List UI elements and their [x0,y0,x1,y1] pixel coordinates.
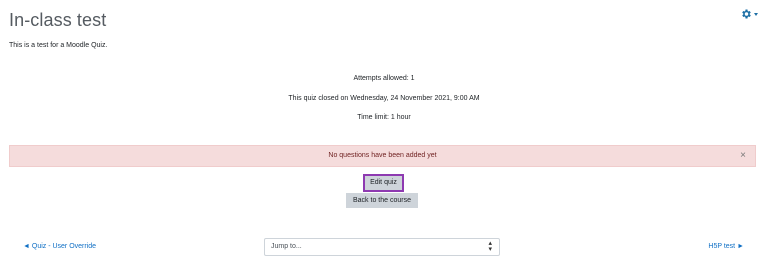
previous-activity-link[interactable]: ◄ Quiz - User Override [23,243,96,250]
alert-message: No questions have been added yet [328,152,437,159]
gear-icon [740,8,752,20]
back-to-course-button[interactable]: Back to the course [346,193,418,208]
no-questions-alert: No questions have been added yet × [9,145,756,167]
settings-menu-button[interactable] [740,8,758,20]
page-title: In-class test [9,10,107,30]
jump-to-select[interactable]: Jump to... ▴ ▾ [264,238,500,256]
jump-to-placeholder: Jump to... [271,243,302,250]
quiz-intro: This is a test for a Moodle Quiz. [9,42,108,49]
edit-quiz-button[interactable]: Edit quiz [363,174,404,192]
time-limit: Time limit: 1 hour [357,114,411,121]
chevron-down-icon [754,12,758,16]
quiz-closed-date: This quiz closed on Wednesday, 24 Novemb… [288,95,480,102]
next-activity-link[interactable]: H5P test ► [708,243,744,250]
attempts-allowed: Attempts allowed: 1 [353,75,415,82]
close-icon[interactable]: × [740,150,746,162]
select-arrows-icon: ▴ ▾ [488,240,492,253]
quiz-page: In-class test This is a test for a Moodl… [0,0,768,273]
